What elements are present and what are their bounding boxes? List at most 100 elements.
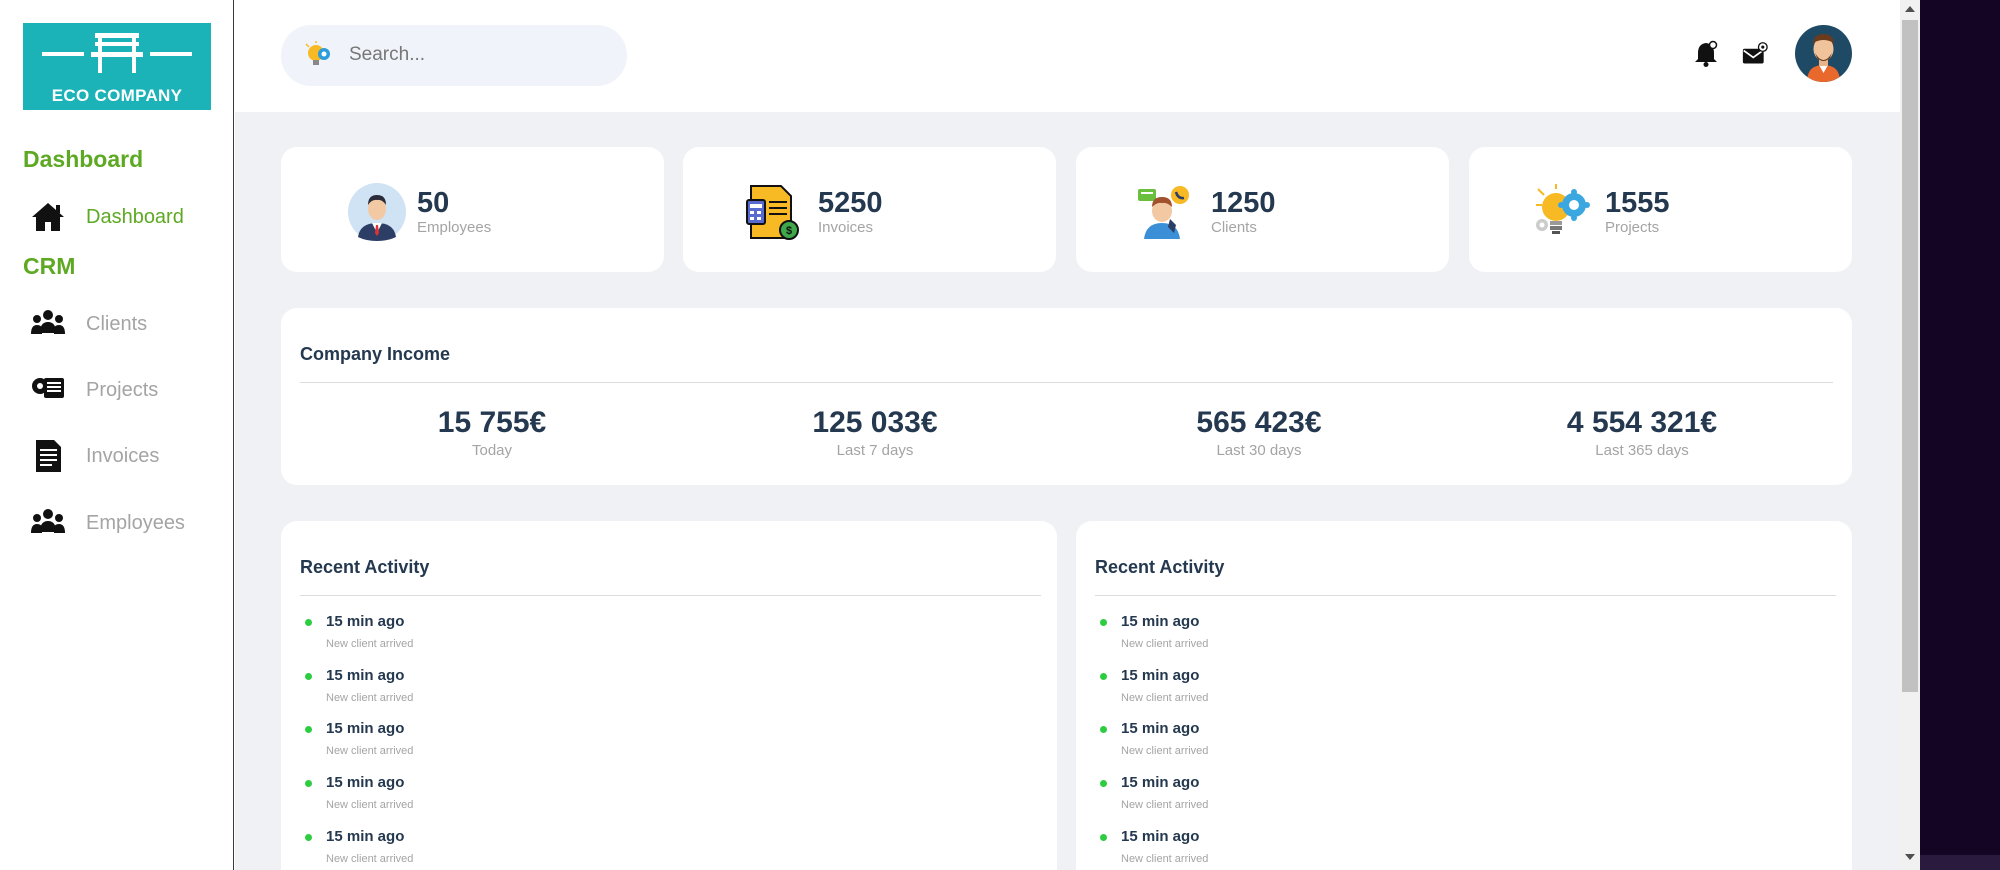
status-dot <box>305 834 312 841</box>
activity-time: 15 min ago <box>326 667 405 684</box>
company-name: ECO COMPANY <box>51 86 183 105</box>
avatar[interactable] <box>1795 25 1852 82</box>
sidebar-item-dashboard[interactable]: Dashboard <box>30 197 230 237</box>
stat-card-clients[interactable]: 1250 Clients <box>1076 147 1449 272</box>
scroll-up-arrow-icon[interactable] <box>1905 6 1915 12</box>
list-item[interactable]: 15 min ago New client arrived <box>300 774 800 824</box>
recent-activity-card-left: Recent Activity 15 min ago New client ar… <box>281 521 1057 870</box>
app-window: ECO COMPANY Dashboard Dashboard CRM Clie… <box>0 0 1920 870</box>
bench-logo-icon <box>42 33 192 73</box>
income-period: Today <box>471 442 513 459</box>
users-icon <box>31 509 65 533</box>
sidebar-item-employees[interactable]: Employees <box>30 503 230 543</box>
sidebar-item-label: Invoices <box>86 444 160 467</box>
divider <box>300 595 1041 596</box>
activity-time: 15 min ago <box>1121 828 1200 845</box>
section-title-dashboard: Dashboard <box>23 146 144 172</box>
list-item[interactable]: 15 min ago New client arrived <box>1095 667 1595 717</box>
stat-value: 50 <box>417 187 450 219</box>
list-item[interactable]: 15 min ago New client arrived <box>300 720 800 770</box>
list-item[interactable]: 15 min ago New client arrived <box>1095 613 1595 663</box>
search-bar[interactable] <box>281 25 627 86</box>
divider <box>1095 595 1836 596</box>
activity-time: 15 min ago <box>326 720 405 737</box>
income-period: Last 7 days <box>836 442 914 459</box>
search-input[interactable] <box>349 37 599 73</box>
income-item-365-days: 4 554 321€ Last 365 days <box>1492 406 1792 459</box>
list-item[interactable]: 15 min ago New client arrived <box>300 613 800 663</box>
status-dot <box>305 619 312 626</box>
stat-card-invoices[interactable]: $ 5250 Invoices <box>683 147 1056 272</box>
status-dot <box>1100 780 1107 787</box>
income-item-7-days: 125 033€ Last 7 days <box>725 406 1025 459</box>
income-card: Company Income 15 755€ Today 125 033€ La… <box>281 308 1852 485</box>
activity-time: 15 min ago <box>326 774 405 791</box>
scroll-down-arrow-icon[interactable] <box>1905 854 1915 860</box>
main-content: 50 Employees $ 5250 Invoices <box>235 0 1900 870</box>
list-item[interactable]: 15 min ago New client arrived <box>300 667 800 717</box>
stat-label: Employees <box>417 219 492 236</box>
top-bar <box>235 0 1900 112</box>
stat-label: Projects <box>1605 219 1660 236</box>
activity-desc: New client arrived <box>326 745 414 757</box>
home-icon <box>32 203 64 231</box>
income-period: Last 30 days <box>1216 442 1302 459</box>
activity-desc: New client arrived <box>326 692 414 704</box>
income-amount: 15 755€ <box>437 406 547 439</box>
section-title-crm: CRM <box>23 253 76 279</box>
sidebar-item-projects[interactable]: Projects <box>30 370 230 410</box>
income-amount: 4 554 321€ <box>1566 406 1718 439</box>
stat-card-projects[interactable]: 1555 Projects <box>1469 147 1852 272</box>
client-icon <box>1138 186 1189 239</box>
lightbulb-gear-icon <box>305 41 330 65</box>
income-item-today: 15 755€ Today <box>342 406 642 459</box>
sidebar-item-label: Projects <box>86 378 159 401</box>
status-dot <box>1100 834 1107 841</box>
activity-desc: New client arrived <box>1121 745 1209 757</box>
stat-label: Clients <box>1211 219 1257 236</box>
income-period: Last 365 days <box>1595 442 1689 459</box>
list-item[interactable]: 15 min ago New client arrived <box>1095 774 1595 824</box>
income-amount: 565 423€ <box>1196 406 1322 439</box>
activity-desc: New client arrived <box>326 853 414 865</box>
list-item[interactable]: 15 min ago New client arrived <box>300 828 800 870</box>
vertical-scrollbar[interactable] <box>1900 0 1920 870</box>
scrollbar-thumb[interactable] <box>1902 20 1918 692</box>
invoice-doc-icon: $ <box>746 185 799 240</box>
activity-time: 15 min ago <box>1121 774 1200 791</box>
activity-time: 15 min ago <box>1121 720 1200 737</box>
users-icon <box>31 310 65 334</box>
company-logo[interactable]: ECO COMPANY <box>23 23 211 110</box>
projects-icon <box>32 378 64 398</box>
activity-desc: New client arrived <box>1121 692 1209 704</box>
stat-card-employees[interactable]: 50 Employees <box>281 147 664 272</box>
status-dot <box>1100 619 1107 626</box>
activity-desc: New client arrived <box>1121 799 1209 811</box>
sidebar-item-invoices[interactable]: Invoices <box>30 436 230 476</box>
income-item-30-days: 565 423€ Last 30 days <box>1109 406 1409 459</box>
status-dot <box>305 726 312 733</box>
sidebar: ECO COMPANY Dashboard Dashboard CRM Clie… <box>0 0 234 870</box>
lightbulb-gear-icon <box>1536 184 1590 234</box>
activity-desc: New client arrived <box>1121 853 1209 865</box>
activity-title: Recent Activity <box>300 557 430 577</box>
stat-label: Invoices <box>818 219 874 236</box>
recent-activity-card-right: Recent Activity 15 min ago New client ar… <box>1076 521 1852 870</box>
list-item[interactable]: 15 min ago New client arrived <box>1095 720 1595 770</box>
sidebar-item-label: Employees <box>86 511 185 534</box>
invoice-icon <box>36 440 61 472</box>
status-dot <box>305 780 312 787</box>
mail-icon[interactable] <box>1742 40 1768 68</box>
employee-icon <box>348 183 406 241</box>
sidebar-item-clients[interactable]: Clients <box>30 304 230 344</box>
list-item[interactable]: 15 min ago New client arrived <box>1095 828 1595 870</box>
income-title: Company Income <box>300 344 451 364</box>
activity-time: 15 min ago <box>326 613 405 630</box>
sidebar-item-label: Dashboard <box>86 205 184 228</box>
bell-icon[interactable] <box>1693 40 1719 68</box>
status-dot <box>305 673 312 680</box>
stat-value: 1250 <box>1211 187 1276 219</box>
desktop-background <box>1920 855 2000 870</box>
status-dot <box>1100 673 1107 680</box>
stat-value: 1555 <box>1605 187 1670 219</box>
